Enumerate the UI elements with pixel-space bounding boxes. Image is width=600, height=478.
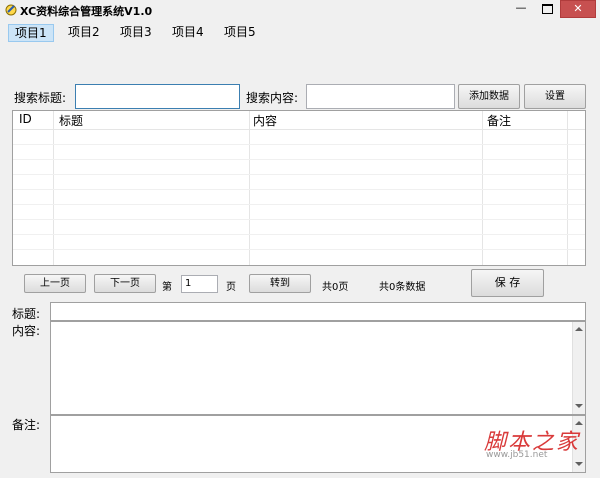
edit-note-label: 备注: — [12, 418, 41, 432]
add-data-button[interactable]: 添加数据 — [458, 84, 520, 109]
next-page-button[interactable]: 下一页 — [94, 274, 156, 293]
edit-title-label: 标题: — [12, 307, 41, 321]
row-divider — [13, 174, 585, 175]
app-icon — [5, 4, 17, 16]
maximize-button[interactable] — [534, 0, 560, 18]
watermark-url: www.jb51.net — [486, 450, 548, 460]
menu-item-4[interactable]: 项目4 — [166, 24, 210, 42]
menu-item-1[interactable]: 项目1 — [8, 24, 54, 42]
save-button[interactable]: 保 存 — [471, 269, 544, 297]
column-header-content[interactable]: 内容 — [253, 112, 277, 129]
menu-item-3[interactable]: 项目3 — [114, 24, 158, 42]
settings-button[interactable]: 设置 — [524, 84, 586, 109]
menu-item-2[interactable]: 项目2 — [62, 24, 106, 42]
total-pages-label: 共0页 — [322, 282, 349, 293]
column-header-id[interactable]: ID — [19, 112, 32, 126]
edit-content-textarea[interactable] — [50, 321, 586, 415]
grid-header: ID 标题 内容 备注 — [13, 111, 585, 130]
total-records-label: 共0条数据 — [379, 282, 426, 293]
maximize-icon — [541, 4, 553, 14]
page-number-input[interactable]: 1 — [181, 275, 218, 293]
search-content-input[interactable] — [306, 84, 455, 109]
row-divider — [13, 159, 585, 160]
page-prefix-label: 第 — [162, 282, 172, 293]
edit-content-label: 内容: — [12, 324, 41, 338]
close-icon: ✕ — [573, 2, 583, 15]
scroll-down-icon[interactable] — [575, 404, 583, 408]
goto-page-button[interactable]: 转到 — [249, 274, 311, 293]
close-button[interactable]: ✕ — [560, 0, 596, 18]
column-header-title[interactable]: 标题 — [59, 112, 83, 129]
content-scrollbar[interactable] — [572, 322, 585, 414]
search-title-input[interactable] — [75, 84, 240, 109]
page-suffix-label: 页 — [226, 282, 236, 293]
scroll-up-icon[interactable] — [575, 327, 583, 331]
window-title: XC资料综合管理系统V1.0 — [20, 5, 153, 18]
minimize-icon: — — [515, 1, 527, 14]
title-bar: XC资料综合管理系统V1.0 — ✕ — [0, 0, 600, 20]
search-content-label: 搜索内容: — [246, 91, 299, 105]
edit-title-input[interactable] — [50, 302, 586, 321]
minimize-button[interactable]: — — [508, 0, 534, 18]
data-grid[interactable]: ID 标题 内容 备注 — [12, 110, 586, 266]
column-header-note[interactable]: 备注 — [487, 112, 511, 129]
menu-item-5[interactable]: 项目5 — [218, 24, 262, 42]
row-divider — [13, 249, 585, 250]
row-divider — [13, 189, 585, 190]
row-divider — [13, 234, 585, 235]
row-divider — [13, 204, 585, 205]
prev-page-button[interactable]: 上一页 — [24, 274, 86, 293]
search-title-label: 搜索标题: — [14, 91, 67, 105]
row-divider — [13, 144, 585, 145]
row-divider — [13, 219, 585, 220]
scroll-down-icon[interactable] — [575, 462, 583, 466]
